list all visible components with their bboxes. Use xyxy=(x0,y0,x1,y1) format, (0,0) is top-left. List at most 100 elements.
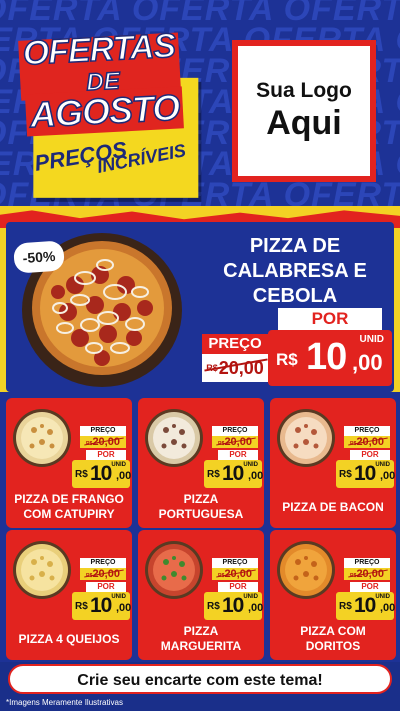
new-price-decimal: ,00 xyxy=(380,470,396,482)
por-label: POR xyxy=(218,582,258,592)
product-card[interactable]: PREÇO R$20,00 POR UNID R$ 10 ,00 PIZZA P… xyxy=(138,398,264,528)
new-price: UNID R$ 10 ,00 xyxy=(336,592,396,620)
unit-label: UNID xyxy=(243,462,258,468)
product-name-line: PIZZA DE BACON xyxy=(282,500,384,514)
unit-label: UNID xyxy=(111,594,126,600)
por-label: POR xyxy=(278,308,382,330)
product-name-line: PIZZA xyxy=(183,624,219,638)
new-price-decimal: ,00 xyxy=(116,470,132,482)
unit-label: UNID xyxy=(375,462,390,468)
product-name-line: PORTUGUESA xyxy=(158,507,244,521)
new-price: UNID R$ 10 ,00 xyxy=(204,592,264,620)
new-price-decimal: ,00 xyxy=(248,602,264,614)
new-price-currency: R$ xyxy=(75,469,88,480)
product-name-line: PIZZA xyxy=(183,492,219,506)
new-price-integer: 10 xyxy=(306,336,347,378)
new-price-integer: 10 xyxy=(90,462,112,485)
logo-placeholder[interactable]: Sua Logo Aqui xyxy=(232,40,376,182)
new-price-integer: 10 xyxy=(354,594,376,617)
cta-button[interactable]: Crie seu encarte com este tema! xyxy=(8,664,392,694)
new-price-integer: 10 xyxy=(90,594,112,617)
product-card[interactable]: PREÇO R$20,00 POR UNID R$ 10 ,00 PIZZA D… xyxy=(6,398,132,528)
new-price-currency: R$ xyxy=(75,601,88,612)
new-price-currency: R$ xyxy=(276,350,298,369)
new-price-integer: 10 xyxy=(222,462,244,485)
por-label: POR xyxy=(218,450,258,460)
old-price: R$20,00 xyxy=(80,568,126,580)
cheese-pizza-image xyxy=(13,541,71,599)
old-price: R$20,00 xyxy=(344,436,390,448)
product-name-line: PIZZA DE FRANGO xyxy=(14,492,124,506)
product-name-line: DORITOS xyxy=(305,639,361,653)
promo-line-3: AGOSTO xyxy=(24,86,185,137)
new-price-decimal: ,00 xyxy=(116,602,132,614)
product-name: PIZZA MARGUERITA xyxy=(142,624,260,654)
product-name: PIZZA DE BACON xyxy=(274,500,392,515)
new-price-currency: R$ xyxy=(207,469,220,480)
new-price-currency: R$ xyxy=(339,601,352,612)
por-label: POR xyxy=(350,450,390,460)
product-card[interactable]: PREÇO R$20,00 POR UNID R$ 10 ,00 PIZZA D… xyxy=(270,398,396,528)
new-price: UNID R$ 10 ,00 xyxy=(72,460,132,488)
logo-line-1: Sua Logo xyxy=(256,79,352,102)
product-name-line: COM CATUPIRY xyxy=(23,507,115,521)
new-price: UNID R$ 10 ,00 xyxy=(72,592,132,620)
product-name-line: PIZZA 4 QUEIJOS xyxy=(18,632,120,646)
por-label: POR xyxy=(86,582,126,592)
new-price: UNID R$ 10 ,00 xyxy=(336,460,396,488)
new-price-decimal: ,00 xyxy=(248,470,264,482)
title-line: PIZZA DE xyxy=(249,235,341,257)
new-price-currency: R$ xyxy=(207,601,220,612)
old-price: R$20,00 xyxy=(344,568,390,580)
new-price-integer: 10 xyxy=(222,594,244,617)
title-line: CEBOLA xyxy=(252,285,338,307)
old-price: R$20,00 xyxy=(80,436,126,448)
product-name: PIZZA PORTUGUESA xyxy=(142,492,260,522)
por-label: POR xyxy=(86,450,126,460)
unit-label: UNID xyxy=(375,594,390,600)
product-name-line: MARGUERITA xyxy=(160,639,242,653)
product-name-line: PIZZA COM xyxy=(300,624,366,638)
unit-label: UNID xyxy=(359,334,384,345)
logo-line-2: Aqui xyxy=(266,104,342,142)
product-card[interactable]: PREÇO R$20,00 POR UNID R$ 10 ,00 PIZZA 4… xyxy=(6,530,132,660)
old-price: R$20,00 xyxy=(212,568,258,580)
bacon-pizza-image xyxy=(277,409,335,467)
price-label: PREÇO xyxy=(80,558,126,568)
new-price: UNID R$ 10 ,00 xyxy=(268,330,392,386)
margherita-pizza-image xyxy=(145,541,203,599)
product-card[interactable]: PREÇO R$20,00 POR UNID R$ 10 ,00 PIZZA M… xyxy=(138,530,264,660)
product-name: PIZZA COM DORITOS xyxy=(274,624,392,654)
new-price-currency: R$ xyxy=(339,469,352,480)
price-label: PREÇO xyxy=(344,426,390,436)
price-label: PREÇO xyxy=(80,426,126,436)
new-price-decimal: ,00 xyxy=(380,602,396,614)
product-name: PIZZA DE FRANGO COM CATUPIRY xyxy=(10,492,128,522)
portuguesa-pizza-image xyxy=(145,409,203,467)
chicken-pizza-image xyxy=(13,409,71,467)
unit-label: UNID xyxy=(243,594,258,600)
discount-badge: -50% xyxy=(13,240,65,274)
header: OFERTA OFERTA OFERTA OFERTA OFERTA OFERT… xyxy=(0,0,400,214)
product-card[interactable]: PREÇO R$20,00 POR UNID R$ 10 ,00 PIZZA C… xyxy=(270,530,396,660)
price-label: PREÇO xyxy=(212,426,258,436)
title-line: CALABRESA E xyxy=(223,260,367,282)
price-label: PREÇO xyxy=(202,334,268,354)
price-label: PREÇO xyxy=(212,558,258,568)
featured-product[interactable]: -50% PIZZA DE CALABRESA E CEBOLA POR PRE… xyxy=(6,222,394,392)
featured-product-title: PIZZA DE CALABRESA E CEBOLA xyxy=(202,234,388,309)
old-price: R$ 20,00 xyxy=(202,354,268,382)
new-price-decimal: ,00 xyxy=(352,350,383,375)
doritos-pizza-image xyxy=(277,541,335,599)
new-price: UNID R$ 10 ,00 xyxy=(204,460,264,488)
price-label: PREÇO xyxy=(344,558,390,568)
promo-title: OFERTAS DE AGOSTO PREÇOS INCRÍVEIS xyxy=(18,25,206,199)
new-price-integer: 10 xyxy=(354,462,376,485)
product-name: PIZZA 4 QUEIJOS xyxy=(10,632,128,647)
unit-label: UNID xyxy=(111,462,126,468)
por-label: POR xyxy=(350,582,390,592)
footnote: *Imagens Meramente Ilustrativas xyxy=(6,698,123,707)
old-price: R$20,00 xyxy=(212,436,258,448)
promo-line-1: OFERTAS xyxy=(21,26,177,73)
logo-box: Sua Logo Aqui xyxy=(238,46,370,176)
